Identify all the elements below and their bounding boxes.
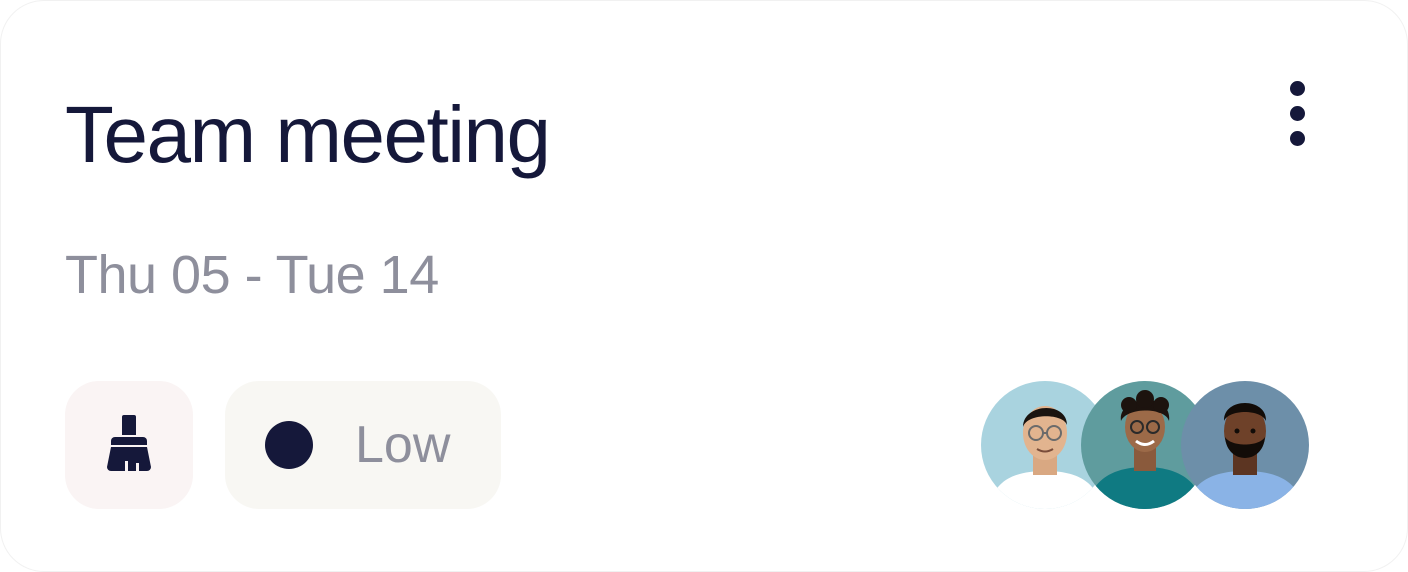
more-options-button[interactable] — [1271, 73, 1323, 153]
task-card[interactable]: Team meeting Thu 05 - Tue 14 Low — [0, 0, 1408, 572]
broom-icon — [105, 413, 153, 478]
task-title: Team meeting — [65, 90, 551, 179]
task-date-range: Thu 05 - Tue 14 — [65, 245, 439, 305]
category-chip[interactable] — [65, 381, 193, 509]
priority-dot-icon — [265, 421, 313, 469]
assignee-avatars[interactable] — [981, 381, 1311, 509]
avatar[interactable] — [1181, 381, 1309, 509]
priority-chip[interactable]: Low — [225, 381, 501, 509]
more-vertical-icon — [1289, 80, 1305, 146]
priority-label: Low — [355, 416, 451, 474]
